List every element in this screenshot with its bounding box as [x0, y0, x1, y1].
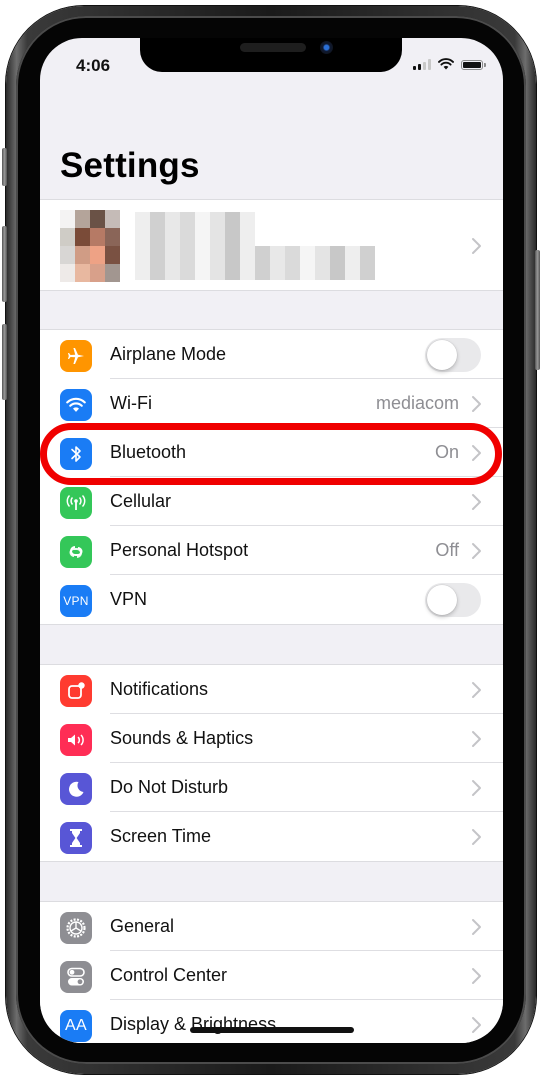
- settings-row-personal-hotspot[interactable]: Personal Hotspot Off: [40, 526, 503, 575]
- front-camera: [320, 41, 333, 54]
- chevron-right-icon: [469, 395, 483, 413]
- settings-row-airplane-mode[interactable]: Airplane Mode: [40, 330, 503, 379]
- notifications-group: Notifications Sounds & Haptics Do Not Dist…: [40, 664, 503, 862]
- home-indicator[interactable]: [190, 1027, 354, 1033]
- phone-screen: 4:06 Settings Airplane Mode Wi-Fi mediacom…: [40, 38, 503, 1043]
- notifications-icon: [60, 675, 92, 707]
- icon-text: VPN: [63, 594, 89, 608]
- row-label: VPN: [110, 589, 148, 609]
- volume-up-button: [2, 226, 7, 302]
- chevron-right-icon: [469, 493, 483, 511]
- chevron-right-icon: [472, 238, 481, 254]
- avatar: [60, 210, 120, 282]
- cellular-icon: [60, 487, 92, 519]
- vpn-icon: VPN: [60, 585, 92, 617]
- redacted-account-name: [135, 212, 405, 280]
- chevron-right-icon: [469, 828, 483, 846]
- status-time: 4:06: [76, 56, 111, 75]
- signal-strength-icon: [413, 59, 431, 70]
- row-label: Wi-Fi: [110, 393, 152, 413]
- chevron-right-icon: [469, 779, 483, 797]
- vpn-toggle[interactable]: [425, 583, 481, 617]
- settings-row-screen-time[interactable]: Screen Time: [40, 812, 503, 861]
- bluetooth-highlight-annotation: [40, 423, 502, 485]
- row-label: Airplane Mode: [110, 344, 227, 364]
- display-icon: AA: [60, 1010, 92, 1042]
- row-label: Personal Hotspot: [110, 540, 249, 560]
- settings-row-control-center[interactable]: Control Center: [40, 951, 503, 1000]
- control-center-icon: [60, 961, 92, 993]
- chevron-right-icon: [469, 967, 483, 985]
- chevron-right-icon: [469, 1016, 483, 1034]
- row-label: Cellular: [110, 491, 172, 511]
- airplane-icon: [60, 340, 92, 372]
- row-label: Control Center: [110, 965, 228, 985]
- row-label: Do Not Disturb: [110, 777, 229, 797]
- chevron-right-icon: [469, 542, 483, 560]
- hotspot-icon: [60, 536, 92, 568]
- row-label: Notifications: [110, 679, 209, 699]
- row-value: mediacom: [375, 393, 459, 413]
- airplane-mode-toggle[interactable]: [425, 338, 481, 372]
- settings-row-vpn[interactable]: VPN VPN: [40, 575, 503, 624]
- settings-row-wi-fi[interactable]: Wi-Fi mediacom: [40, 379, 503, 428]
- notch: [140, 38, 402, 72]
- volume-down-button: [2, 324, 7, 400]
- chevron-right-icon: [469, 918, 483, 936]
- row-label: General: [110, 916, 175, 936]
- wifi-icon: [60, 389, 92, 421]
- settings-row-display-and-brightness[interactable]: AA Display & Brightness: [40, 1000, 503, 1043]
- sound-icon: [60, 724, 92, 756]
- moon-icon: [60, 773, 92, 805]
- battery-icon: [461, 60, 486, 70]
- settings-row-sounds-and-haptics[interactable]: Sounds & Haptics: [40, 714, 503, 763]
- general-group: General Control Center AA Display & Brightn…: [40, 901, 503, 1043]
- side-button: [535, 250, 540, 370]
- page-title: Settings: [60, 146, 200, 185]
- wifi-status-icon: [438, 58, 454, 70]
- chevron-right-icon: [469, 681, 483, 699]
- settings-row-do-not-disturb[interactable]: Do Not Disturb: [40, 763, 503, 812]
- chevron-right-icon: [469, 730, 483, 748]
- settings-row-notifications[interactable]: Notifications: [40, 665, 503, 714]
- row-label: Sounds & Haptics: [110, 728, 254, 748]
- toggle-knob: [427, 340, 457, 370]
- status-icons: [413, 58, 486, 70]
- row-label: Screen Time: [110, 826, 212, 846]
- gear-icon: [60, 912, 92, 944]
- silent-switch: [2, 148, 7, 186]
- settings-row-general[interactable]: General: [40, 902, 503, 951]
- earpiece-speaker: [240, 43, 306, 52]
- toggle-knob: [427, 585, 457, 615]
- hourglass-icon: [60, 822, 92, 854]
- apple-id-profile-row[interactable]: [40, 199, 503, 291]
- row-value: Off: [435, 540, 459, 560]
- icon-text: AA: [65, 1017, 87, 1034]
